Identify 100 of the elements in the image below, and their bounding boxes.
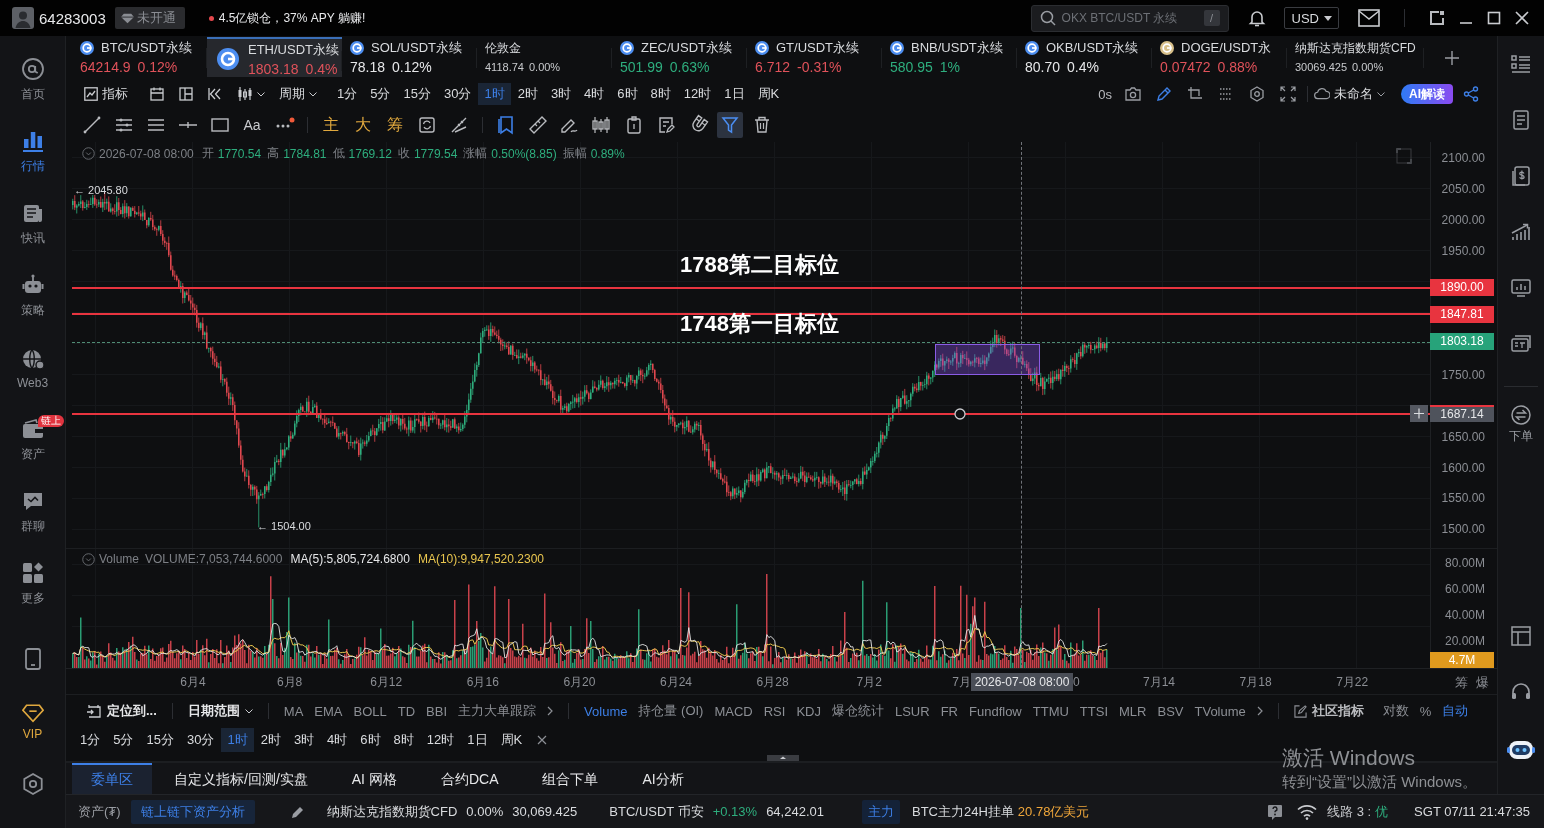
indicator-option[interactable]: Volume <box>584 703 628 719</box>
membership-badge[interactable]: 未开通 <box>114 7 185 29</box>
timeframe-option[interactable]: 2时 <box>511 83 544 105</box>
timeframe-option[interactable]: 1日 <box>461 728 494 752</box>
panel-tab[interactable]: 合约DCA <box>418 763 521 795</box>
indicator-option[interactable]: TD <box>397 703 416 719</box>
indicator-option[interactable]: MACD <box>714 703 753 719</box>
plus-icon[interactable] <box>1410 405 1428 423</box>
community-indicators[interactable]: 社区指标 <box>1293 702 1364 720</box>
close-icon[interactable] <box>537 735 548 745</box>
promo-text[interactable]: 4.5亿锁仓，37% APY 躺赚! <box>218 9 366 27</box>
sidebar-item[interactable]: 首页 <box>0 44 65 116</box>
order-panel-toggle[interactable]: 下单 <box>1509 405 1533 445</box>
panel-tab[interactable]: 组合下单 <box>520 763 621 795</box>
date-range-dropdown[interactable]: 日期范围 <box>187 702 253 720</box>
timeframe-option[interactable]: 6时 <box>611 83 644 105</box>
timeframe-option[interactable]: 30分 <box>437 83 478 105</box>
panel-tab[interactable]: 委单区 <box>72 763 152 795</box>
scale-option[interactable]: 对数 <box>1382 702 1409 720</box>
help-icon[interactable] <box>1267 803 1284 820</box>
panel-icon[interactable] <box>1429 10 1445 26</box>
chart-annotation[interactable]: 1788第二目标位 <box>680 252 839 278</box>
sidebar-item[interactable]: 群聊 <box>0 476 65 548</box>
timeframe-option[interactable]: 4时 <box>321 728 354 752</box>
timeframe-option[interactable]: 1分 <box>331 83 364 105</box>
collapse-icon[interactable] <box>82 552 95 566</box>
indicator-option[interactable]: TVolume <box>1194 703 1246 719</box>
panel-tab[interactable]: AI 网格 <box>329 763 419 795</box>
ticker-tab[interactable]: 纳斯达克指数期货CFD 30069.425 0.00% <box>1287 36 1424 80</box>
settings-icon[interactable] <box>20 772 45 796</box>
timeframe-option[interactable]: 12时 <box>677 83 718 105</box>
timeframe-option[interactable]: 1时 <box>221 728 254 752</box>
timeframe-option[interactable]: 8时 <box>387 728 420 752</box>
timeframe-option[interactable]: 6时 <box>354 728 387 752</box>
indicator-option[interactable]: EMA <box>314 703 343 719</box>
period-dropdown[interactable]: 周期 <box>279 83 317 105</box>
filter-icon[interactable] <box>717 112 743 138</box>
mail-icon[interactable] <box>1358 7 1380 29</box>
scale-option[interactable]: 自动 <box>1442 702 1469 720</box>
collapse-handle-icon[interactable] <box>765 753 801 761</box>
list-icon[interactable] <box>1510 53 1532 75</box>
indicator-option[interactable]: KDJ <box>796 703 821 719</box>
pen-icon[interactable] <box>290 804 305 819</box>
timeframe-option[interactable]: 30分 <box>180 728 221 752</box>
timeframe-option[interactable]: 5分 <box>364 83 397 105</box>
vip-item[interactable]: VIP <box>0 702 65 741</box>
indicator-option[interactable]: FR <box>940 703 958 719</box>
axis-toggle[interactable]: 筹 <box>1455 674 1468 692</box>
timeframe-option[interactable]: 15分 <box>140 728 180 752</box>
scale-option[interactable]: % <box>1419 703 1432 719</box>
last-price-line[interactable] <box>72 341 1430 343</box>
timeframe-option[interactable]: 1分 <box>74 728 107 752</box>
timeframe-option[interactable]: 周K <box>494 728 529 752</box>
indicator-option[interactable]: RSI <box>763 703 786 719</box>
timeframe-option[interactable]: 4时 <box>578 83 611 105</box>
timeframe-option[interactable]: 2时 <box>254 728 287 752</box>
close-icon[interactable] <box>1515 11 1529 25</box>
chip-tool[interactable]: 大 <box>350 112 376 138</box>
indicator-option[interactable]: BOLL <box>353 703 387 719</box>
axis-toggle[interactable]: 爆 <box>1476 674 1489 692</box>
timeframe-option[interactable]: 3时 <box>544 83 578 105</box>
card-stack-icon[interactable] <box>1510 333 1532 355</box>
sidebar-item[interactable]: 行情 <box>0 116 65 188</box>
chip-tool[interactable]: 主 <box>318 112 344 138</box>
columns-icon[interactable] <box>179 87 193 101</box>
sidebar-item[interactable]: 更多 <box>0 548 65 620</box>
bell-icon[interactable] <box>1246 8 1267 28</box>
ticker-tab[interactable]: 伦敦金 4118.74 0.00% <box>477 36 612 80</box>
chip-tool[interactable]: 筹 <box>382 112 408 138</box>
indicator-option[interactable]: MLR <box>1119 703 1147 719</box>
indicator-option[interactable]: MA <box>283 703 304 719</box>
share-icon[interactable] <box>1463 86 1479 102</box>
sidebar-item[interactable]: 快讯 <box>0 188 65 260</box>
pen-icon[interactable] <box>1156 86 1172 102</box>
indicator-option[interactable]: 主力大单跟踪 <box>458 702 537 720</box>
timeframe-option[interactable]: 12时 <box>420 728 461 752</box>
indicator-option[interactable]: BSV <box>1157 703 1184 719</box>
crop-icon[interactable] <box>1187 86 1203 102</box>
sidebar-item[interactable]: Web3 <box>0 332 65 404</box>
timeframe-option[interactable]: 1时 <box>478 83 511 105</box>
indicator-menu[interactable]: 指标 <box>84 83 128 105</box>
indicator-option[interactable]: LSUR <box>894 703 930 719</box>
document-icon[interactable] <box>1510 109 1532 131</box>
chevron-right-icon[interactable] <box>1256 706 1263 716</box>
timeframe-option[interactable]: 15分 <box>397 83 437 105</box>
fullscreen-icon[interactable] <box>1280 86 1296 102</box>
monitor-chart-icon[interactable] <box>1510 277 1532 299</box>
text-tool[interactable]: Aa <box>239 112 265 138</box>
chevron-right-icon[interactable] <box>547 706 554 716</box>
timeframe-option[interactable]: 3时 <box>287 728 321 752</box>
collapse-icon[interactable] <box>82 147 95 160</box>
layout-icon[interactable] <box>1510 625 1532 647</box>
growth-chart-icon[interactable] <box>1510 221 1532 243</box>
indicator-option[interactable]: BBI <box>426 703 448 719</box>
indicator-option[interactable]: Fundflow <box>969 703 1022 719</box>
settings-icon[interactable] <box>1249 86 1265 102</box>
route-label[interactable]: 线路 3 : <box>1327 802 1372 821</box>
panel-tab[interactable]: AI分析 <box>620 763 706 795</box>
indicator-option[interactable]: TTMU <box>1032 703 1069 719</box>
sidebar-item[interactable]: 策略 <box>0 260 65 332</box>
